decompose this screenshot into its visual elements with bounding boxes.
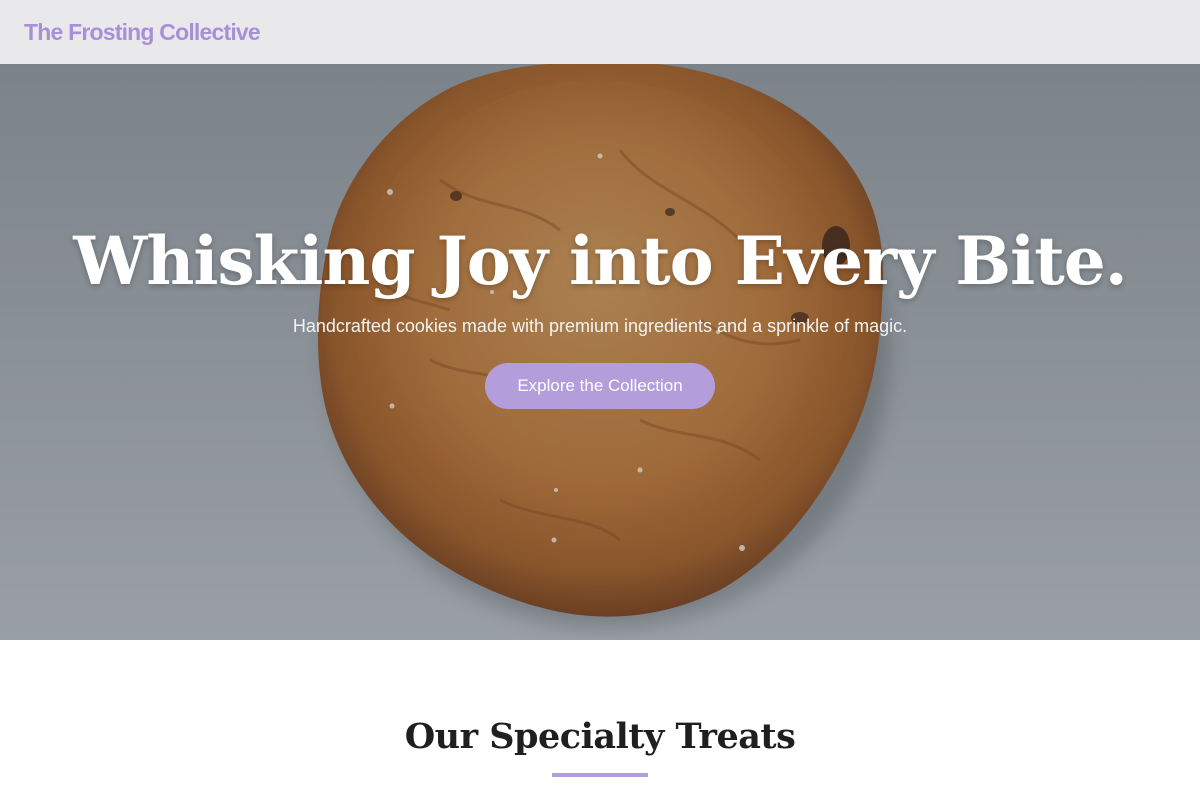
hero-title: Whisking Joy into Every Bite.: [73, 222, 1127, 300]
hero-subtitle: Handcrafted cookies made with premium in…: [292, 316, 908, 337]
site-header: The Frosting Collective: [0, 0, 1200, 64]
hero-content: Whisking Joy into Every Bite. Handcrafte…: [0, 222, 1200, 409]
explore-collection-button[interactable]: Explore the Collection: [485, 362, 715, 409]
section-title: Our Specialty Treats: [404, 716, 796, 757]
hero-section: Whisking Joy into Every Bite. Handcrafte…: [0, 0, 1200, 640]
title-underline: [552, 772, 648, 777]
specialty-section: Our Specialty Treats: [0, 640, 1200, 800]
brand-logo-link[interactable]: The Frosting Collective: [24, 20, 261, 44]
